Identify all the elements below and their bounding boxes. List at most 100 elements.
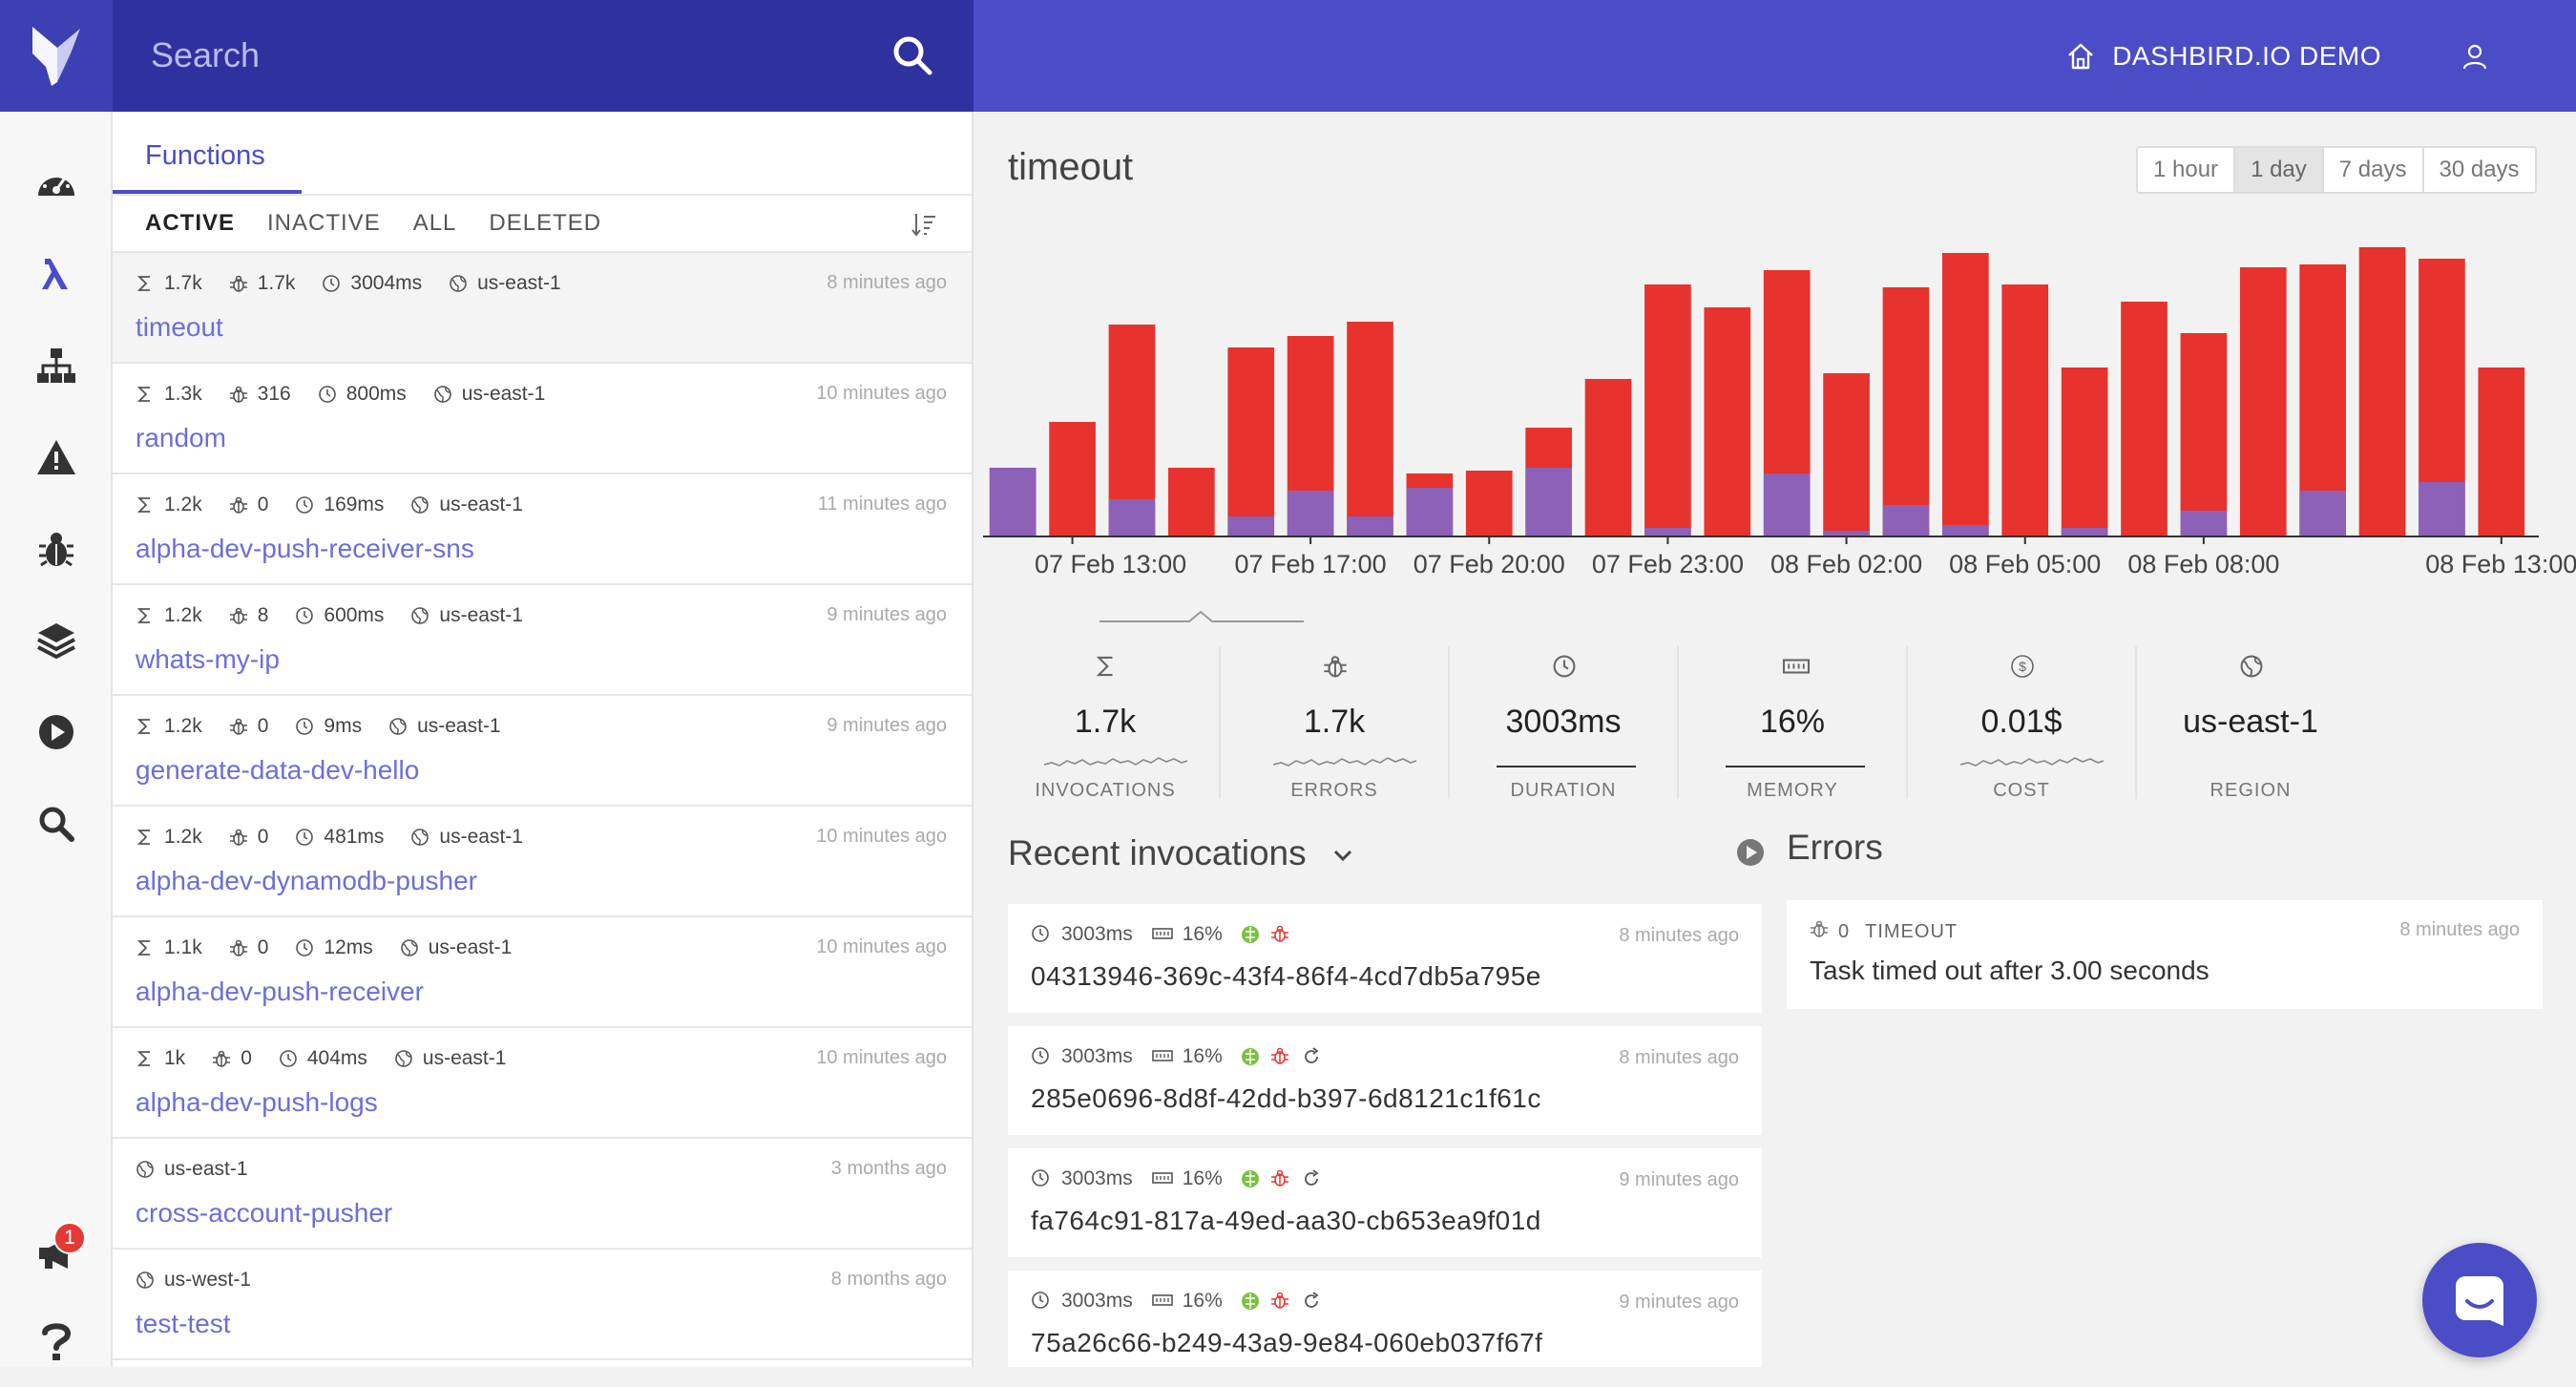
function-name-link[interactable]: whats-my-ip bbox=[136, 644, 280, 675]
function-name-link[interactable]: alpha-dev-dynamodb-pusher bbox=[136, 866, 477, 896]
filter-inactive[interactable]: INACTIVE bbox=[267, 210, 381, 237]
bug-icon bbox=[1270, 924, 1291, 945]
range-7-days[interactable]: 7 days bbox=[2324, 148, 2424, 192]
nav-functions[interactable] bbox=[0, 228, 113, 320]
sigma-icon bbox=[136, 828, 155, 847]
clock-icon bbox=[1031, 924, 1052, 945]
invocation-bar bbox=[2121, 302, 2168, 536]
nav-search[interactable] bbox=[0, 778, 113, 870]
invocation-id[interactable]: fa764c91-817a-49ed-aa30-cb653ea9f01d bbox=[1031, 1206, 1541, 1236]
function-row[interactable]: 1.2k 0 9ms us-east-1 9 minutes ago generate… bbox=[113, 696, 972, 807]
cold-start-icon bbox=[1240, 1046, 1261, 1067]
function-row[interactable]: us-west-1 8 months ago test-test bbox=[113, 1250, 972, 1360]
sparkline bbox=[1043, 751, 1188, 772]
function-row[interactable]: 1.7k 1.7k 3004ms us-east-1 8 minutes ago ti… bbox=[113, 253, 972, 364]
range-1-hour[interactable]: 1 hour bbox=[2138, 148, 2236, 192]
nav-resources[interactable] bbox=[0, 595, 113, 686]
function-name-link[interactable]: alpha-dev-push-receiver-sns bbox=[136, 534, 474, 564]
nav-live-tail[interactable] bbox=[0, 686, 113, 778]
filter-all[interactable]: ALL bbox=[413, 210, 457, 237]
clock-icon bbox=[1552, 654, 1577, 679]
play-circle-icon[interactable] bbox=[1735, 837, 1766, 868]
invocation-card[interactable]: 3003ms 16% 8 minutes ago 04313946-369c-4… bbox=[1008, 904, 1762, 1013]
tab-underline bbox=[113, 190, 302, 194]
sparkline bbox=[1959, 751, 2105, 772]
x-tick-label: 08 Feb 05:00 bbox=[1949, 550, 2101, 578]
recent-invocations-title[interactable]: Recent invocations bbox=[1008, 833, 1354, 873]
function-row[interactable]: 1.2k 0 169ms us-east-1 11 minutes ago alpha… bbox=[113, 474, 972, 585]
error-card[interactable]: 0 TIMEOUT 8 minutes ago Task timed out a… bbox=[1787, 900, 2543, 1009]
filter-deleted[interactable]: DELETED bbox=[489, 210, 601, 237]
error-bar bbox=[1287, 491, 1334, 536]
function-row[interactable]: 1.2k 8 600ms us-east-1 9 minutes ago whats-… bbox=[113, 585, 972, 696]
error-bar bbox=[1763, 473, 1811, 536]
invocation-card[interactable]: 3003ms 16% 9 minutes ago 75a26c66-b249-4… bbox=[1008, 1271, 1762, 1367]
clock-icon bbox=[295, 606, 314, 625]
function-name-link[interactable]: random bbox=[136, 423, 226, 453]
search-input[interactable] bbox=[151, 27, 876, 84]
bug-icon bbox=[229, 717, 248, 736]
cold-start-icon bbox=[1240, 924, 1261, 945]
tab-functions[interactable]: Functions bbox=[145, 140, 265, 172]
nav-alerts[interactable] bbox=[0, 411, 113, 503]
invocation-card[interactable]: 3003ms 16% 9 minutes ago fa764c91-817a-4… bbox=[1008, 1148, 1762, 1257]
function-name-link[interactable]: alpha-dev-push-logs bbox=[136, 1087, 378, 1118]
invocation-bar bbox=[2239, 267, 2287, 536]
user-menu-button[interactable] bbox=[2456, 37, 2494, 75]
dashbird-logo[interactable] bbox=[0, 0, 113, 112]
invocation-duration: 3003ms bbox=[1061, 923, 1133, 945]
function-row[interactable]: 1.3k 316 800ms us-east-1 10 minutes ago ran… bbox=[113, 364, 972, 474]
cold-start-icon bbox=[1240, 1168, 1261, 1189]
function-row[interactable]: 1k 0 404ms us-east-1 10 minutes ago alpha-d… bbox=[113, 1028, 972, 1139]
retry-icon bbox=[1301, 1046, 1322, 1067]
error-bar bbox=[1525, 468, 1572, 536]
duration: 9ms bbox=[324, 715, 363, 737]
nav-help[interactable] bbox=[0, 1295, 113, 1387]
invocation-bar bbox=[2001, 284, 2049, 536]
function-row[interactable]: us-east-1 3 months ago cross-account-pus… bbox=[113, 1139, 972, 1250]
invocation-memory: 16% bbox=[1182, 923, 1223, 945]
search-bar bbox=[113, 0, 974, 112]
function-row[interactable]: 1.2k 0 481ms us-east-1 10 minutes ago alpha… bbox=[113, 807, 972, 917]
metric-value: 1.7k bbox=[1303, 704, 1366, 740]
invocation-id[interactable]: 04313946-369c-43f4-86f4-4cd7db5a795e bbox=[1031, 961, 1541, 992]
sort-button[interactable] bbox=[911, 211, 937, 238]
nav-rail: 1 bbox=[0, 112, 113, 1367]
invocation-card[interactable]: 3003ms 16% 8 minutes ago 285e0696-8d8f-4… bbox=[1008, 1026, 1762, 1135]
error-bar bbox=[1644, 528, 1691, 536]
range-1-day[interactable]: 1 day bbox=[2235, 148, 2324, 192]
metric-divider bbox=[1906, 646, 1908, 799]
invocation-time: 9 minutes ago bbox=[1619, 1169, 1739, 1190]
bug-icon bbox=[39, 533, 73, 567]
invocation-id[interactable]: 75a26c66-b249-43a9-9e84-060eb037f67f bbox=[1031, 1328, 1542, 1358]
error-type: TIMEOUT bbox=[1865, 920, 1958, 942]
range-30-days[interactable]: 30 days bbox=[2424, 148, 2535, 192]
top-bar: DASHBIRD.IO DEMO bbox=[0, 0, 2576, 112]
invocation-bar bbox=[1704, 307, 1751, 536]
function-row[interactable]: 1.1k 0 12ms us-east-1 10 minutes ago alpha-… bbox=[113, 917, 972, 1028]
metric-value: 0.01$ bbox=[1980, 704, 2063, 740]
function-name-link[interactable]: test-test bbox=[136, 1309, 231, 1339]
chat-launcher-button[interactable] bbox=[2422, 1243, 2537, 1357]
nav-dashboard[interactable] bbox=[0, 137, 113, 228]
page-title: timeout bbox=[1008, 146, 1134, 188]
invocation-bar bbox=[1942, 253, 1989, 536]
invocation-id[interactable]: 285e0696-8d8f-42dd-b397-6d8121c1f61c bbox=[1031, 1083, 1541, 1114]
error-bar bbox=[1942, 525, 1989, 536]
region: us-west-1 bbox=[164, 1269, 252, 1291]
nav-errors[interactable] bbox=[0, 503, 113, 595]
nav-announcements[interactable] bbox=[0, 1208, 113, 1299]
function-name-link[interactable]: timeout bbox=[136, 312, 223, 343]
help-icon bbox=[42, 1323, 72, 1360]
bug-icon bbox=[229, 606, 248, 625]
nav-topology[interactable] bbox=[0, 320, 113, 411]
function-name-link[interactable]: alpha-dev-push-receiver bbox=[136, 977, 424, 1007]
error-bar bbox=[1227, 516, 1275, 536]
search-button[interactable] bbox=[890, 32, 935, 78]
filter-active[interactable]: ACTIVE bbox=[145, 210, 235, 237]
function-name-link[interactable]: cross-account-pusher bbox=[136, 1198, 392, 1229]
invocation-count: 1.7k bbox=[164, 272, 202, 294]
org-switcher[interactable]: DASHBIRD.IO DEMO bbox=[2066, 41, 2381, 72]
function-name-link[interactable]: generate-data-dev-hello bbox=[136, 755, 419, 786]
bug-icon bbox=[1810, 919, 1829, 944]
